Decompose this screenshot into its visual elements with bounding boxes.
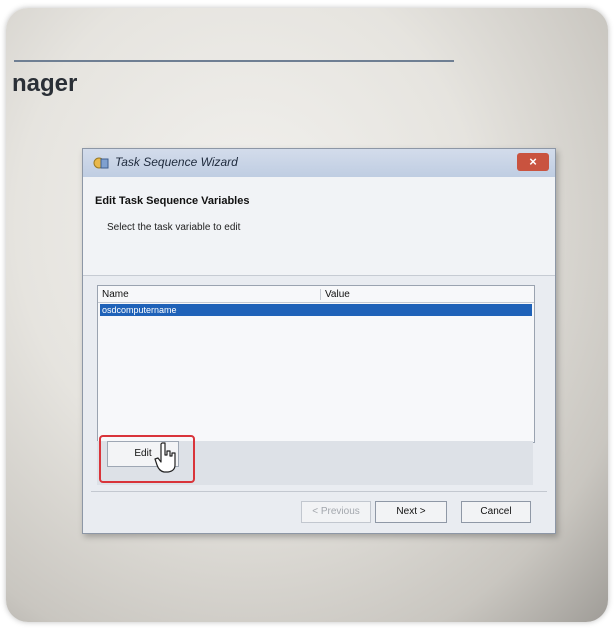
hand-cursor-icon [154, 442, 176, 473]
variables-list[interactable]: Name Value osdcomputername [97, 285, 535, 443]
close-icon: × [529, 154, 537, 169]
page-subtitle: Select the task variable to edit [107, 222, 241, 233]
list-header: Name Value [98, 288, 534, 303]
app-title: nager [12, 70, 78, 97]
dialog-titlebar: Task Sequence Wizard × [83, 149, 555, 177]
photo-frame: nager Task Sequence Wizard × Edit Task S… [6, 8, 608, 622]
wizard-header: Edit Task Sequence Variables Select the … [83, 177, 555, 276]
list-item[interactable]: osdcomputername [100, 304, 532, 316]
next-button[interactable]: Next > [375, 501, 447, 523]
cancel-button[interactable]: Cancel [461, 501, 531, 523]
close-button[interactable]: × [517, 153, 549, 171]
footer-divider [91, 491, 547, 492]
dialog-title: Task Sequence Wizard [115, 155, 238, 169]
red-highlight-box [99, 435, 195, 483]
column-header-value[interactable]: Value [320, 289, 350, 300]
list-item-name: osdcomputername [102, 305, 177, 315]
wizard-icon [93, 157, 109, 169]
previous-button[interactable]: < Previous [301, 501, 371, 523]
page-heading: Edit Task Sequence Variables [95, 195, 250, 207]
screen-divider-line [14, 60, 454, 62]
task-sequence-wizard-dialog: Task Sequence Wizard × Edit Task Sequenc… [82, 148, 556, 534]
column-header-name[interactable]: Name [102, 289, 129, 300]
